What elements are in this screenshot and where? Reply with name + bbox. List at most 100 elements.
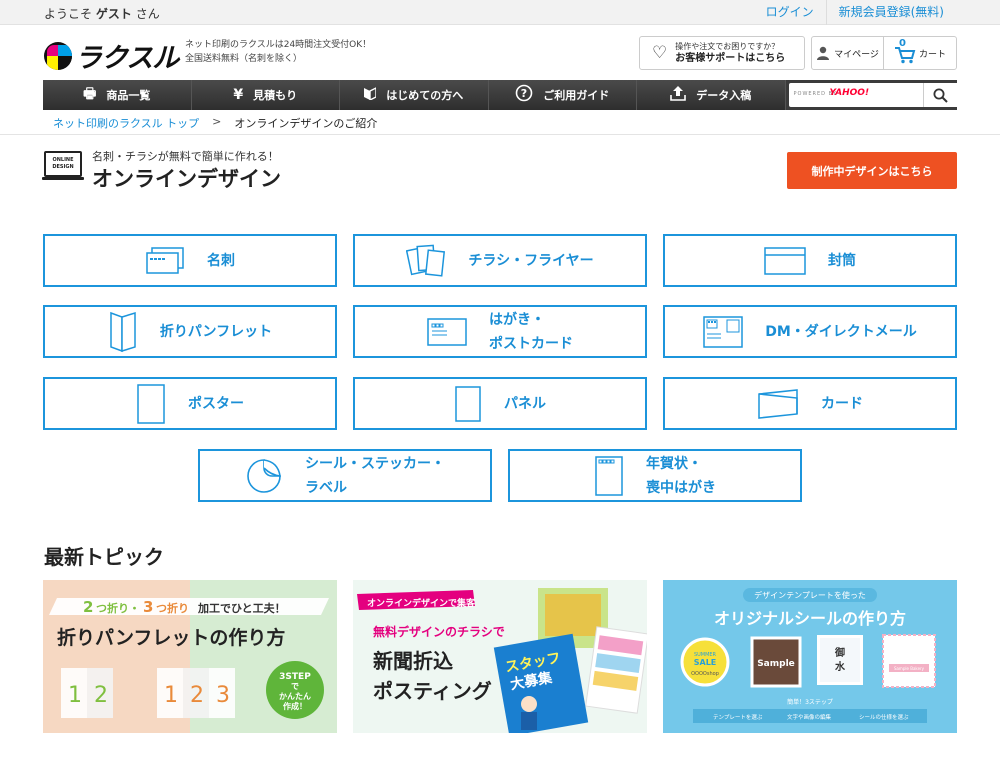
logo-mark-icon <box>44 41 72 70</box>
category-label: チラシ・フライヤー <box>468 252 594 269</box>
category-label: シール・ステッカー・ ラベル <box>305 455 445 496</box>
category-poster[interactable]: ポスター <box>43 377 337 430</box>
search-brand: YAHOO! <box>829 88 870 98</box>
banner1-tagline: 加工でひと工夫！ <box>197 601 286 615</box>
badge-line-4: 作成！ <box>283 701 307 711</box>
banner1-num-2: 2 <box>83 598 93 616</box>
top-bar: ようこそ ゲスト さん ログイン 新規会員登録(無料) <box>0 0 1000 25</box>
poster-icon <box>136 383 166 425</box>
postcard-icon <box>427 317 467 346</box>
topic-banner-flyer[interactable]: オンラインデザインで集客 無料デザインのチラシで 新聞折込 ポスティング スタッ… <box>353 580 647 733</box>
search-icon <box>933 88 948 103</box>
card-icon <box>757 388 799 420</box>
banner1-title: 折りパンフレットの作り方 <box>57 626 285 649</box>
tagline-line-1: ネット印刷のラクスルは24時間注文受付OK！ <box>185 40 372 50</box>
category-postcard[interactable]: はがき・ ポストカード <box>353 305 647 358</box>
user-icon <box>817 46 830 60</box>
flyer-banner-art: オンラインデザインで集客 無料デザインのチラシで 新聞折込 ポスティング スタッ… <box>357 588 647 733</box>
topics-heading: 最新トピック <box>44 545 164 569</box>
flyer-icon <box>406 241 446 281</box>
category-label: パネル <box>504 395 546 412</box>
nav-guide[interactable]: ? ご利用ガイド <box>488 80 637 110</box>
register-link[interactable]: 新規会員登録(無料) <box>825 0 956 25</box>
category-direct-mail[interactable]: DM・ダイレクトメール <box>663 305 957 358</box>
in-progress-designs-button[interactable]: 制作中デザインはこちら <box>787 152 957 189</box>
breadcrumb-home-link[interactable]: ネット印刷のラクスル トップ <box>53 115 199 131</box>
welcome-message: ようこそ ゲスト さん <box>44 5 160 22</box>
breadcrumb-separator: > <box>212 115 222 128</box>
raksul-logo[interactable]: ラクスル <box>44 36 179 75</box>
od-icon-line-2: DESIGN <box>52 164 74 170</box>
support-label: お客様サポートはこちら <box>675 53 786 64</box>
nav-label: ご利用ガイド <box>543 89 610 102</box>
nav-beginners[interactable]: はじめての方へ <box>340 80 489 110</box>
guest-name: ゲスト <box>95 7 132 21</box>
folded-pamphlet-icon <box>108 311 138 353</box>
category-label: 年賀状・ 喪中はがき <box>646 455 716 496</box>
nav-upload[interactable]: データ入稿 <box>637 80 786 110</box>
category-flyer[interactable]: チラシ・フライヤー <box>353 234 647 287</box>
envelope-icon <box>764 246 806 275</box>
category-label: 封筒 <box>828 252 856 269</box>
printer-icon: 🖶 <box>83 86 97 102</box>
svg-text:?: ? <box>521 87 527 100</box>
banner3-step-2: 文字や画像の編集 <box>787 713 832 721</box>
yen-icon: ¥ <box>233 87 244 103</box>
od-icon-line-1: ONLINE <box>52 157 74 163</box>
banner3-step-1: テンプレートを選ぶ <box>713 713 763 721</box>
banner1-page-c: 3 <box>216 683 230 708</box>
topic-banner-sticker[interactable]: デザインテンプレートを使った オリジナルシールの作り方 SUMMER SALE … <box>663 580 957 733</box>
page-title: オンラインデザイン <box>92 167 281 191</box>
nav-label: 見積もり <box>253 89 298 102</box>
cart-label: カート <box>918 49 946 60</box>
sticker-banner-art: デザインテンプレートを使った オリジナルシールの作り方 SUMMER SALE … <box>680 588 936 723</box>
heart-icon: ♡ <box>652 43 668 63</box>
sticker-3-line-1: 御 <box>834 646 845 659</box>
nav-estimate[interactable]: ¥ 見積もり <box>191 80 340 110</box>
site-header: ラクスル ネット印刷のラクスルは24時間注文受付OK！ 全国送料無料（名刺を除く… <box>0 26 1000 80</box>
banner1-page-2: 2 <box>94 683 108 708</box>
panel-icon <box>454 385 482 423</box>
category-label: はがき・ ポストカード <box>489 311 573 352</box>
topic-banner-pamphlet[interactable]: 2 つ折り・ 3 つ折り 加工でひと工夫！ 折りパンフレットの作り方 1 2 1… <box>43 580 337 733</box>
mypage-label: マイページ <box>834 49 879 60</box>
cart-button[interactable]: 0 カート <box>884 37 956 69</box>
category-label: DM・ダイレクトメール <box>765 323 917 340</box>
banner1-fold-a: つ折り・ <box>96 601 140 615</box>
category-business-card[interactable]: 名刺 <box>43 234 337 287</box>
support-button[interactable]: ♡ 操作や注文でお困りですか？ お客様サポートはこちら <box>639 36 805 70</box>
category-folded-pamphlet[interactable]: 折りパンフレット <box>43 305 337 358</box>
category-card[interactable]: カード <box>663 377 957 430</box>
breadcrumb: ネット印刷のラクスル トップ > オンラインデザインのご紹介 <box>0 110 1000 135</box>
badge-line-1: 3STEP <box>279 672 311 682</box>
cart-count: 0 <box>899 38 906 49</box>
banner3-ribbon: デザインテンプレートを使った <box>754 590 866 600</box>
sticker-3-line-2: 水 <box>834 660 846 673</box>
business-card-icon <box>145 246 185 276</box>
support-caption: 操作や注文でお困りですか？ <box>675 42 780 51</box>
banner2-line2: 新聞折込 <box>373 649 453 673</box>
direct-mail-icon <box>703 315 743 348</box>
welcome-suffix: さん <box>135 7 160 21</box>
upload-icon <box>670 85 687 105</box>
nav-products[interactable]: 🖶 商品一覧 <box>43 80 192 110</box>
category-panel[interactable]: パネル <box>353 377 647 430</box>
category-label: カード <box>821 395 863 412</box>
banner1-page-a: 1 <box>164 683 178 708</box>
login-link[interactable]: ログイン <box>754 0 826 25</box>
category-label: ポスター <box>188 395 244 412</box>
banner2-line1: 無料デザインのチラシで <box>373 624 505 639</box>
category-sticker[interactable]: シール・ステッカー・ ラベル <box>198 449 492 502</box>
new-year-card-icon <box>594 455 624 497</box>
search-input[interactable]: POWERED BY YAHOO! <box>788 83 923 107</box>
banner1-page-1: 1 <box>68 683 82 708</box>
banner2-tag: オンラインデザインで集客 <box>367 597 476 609</box>
category-envelope[interactable]: 封筒 <box>663 234 957 287</box>
mypage-button[interactable]: マイページ <box>812 37 884 69</box>
logo-text: ラクスル <box>75 43 179 74</box>
category-new-year-card[interactable]: 年賀状・ 喪中はがき <box>508 449 802 502</box>
search-button[interactable] <box>922 83 957 107</box>
banner3-step-3: シールの仕様を選ぶ <box>859 713 909 721</box>
banner3-steps-title: 簡単！3ステップ <box>787 698 833 706</box>
banner1-num-3: 3 <box>143 598 153 616</box>
